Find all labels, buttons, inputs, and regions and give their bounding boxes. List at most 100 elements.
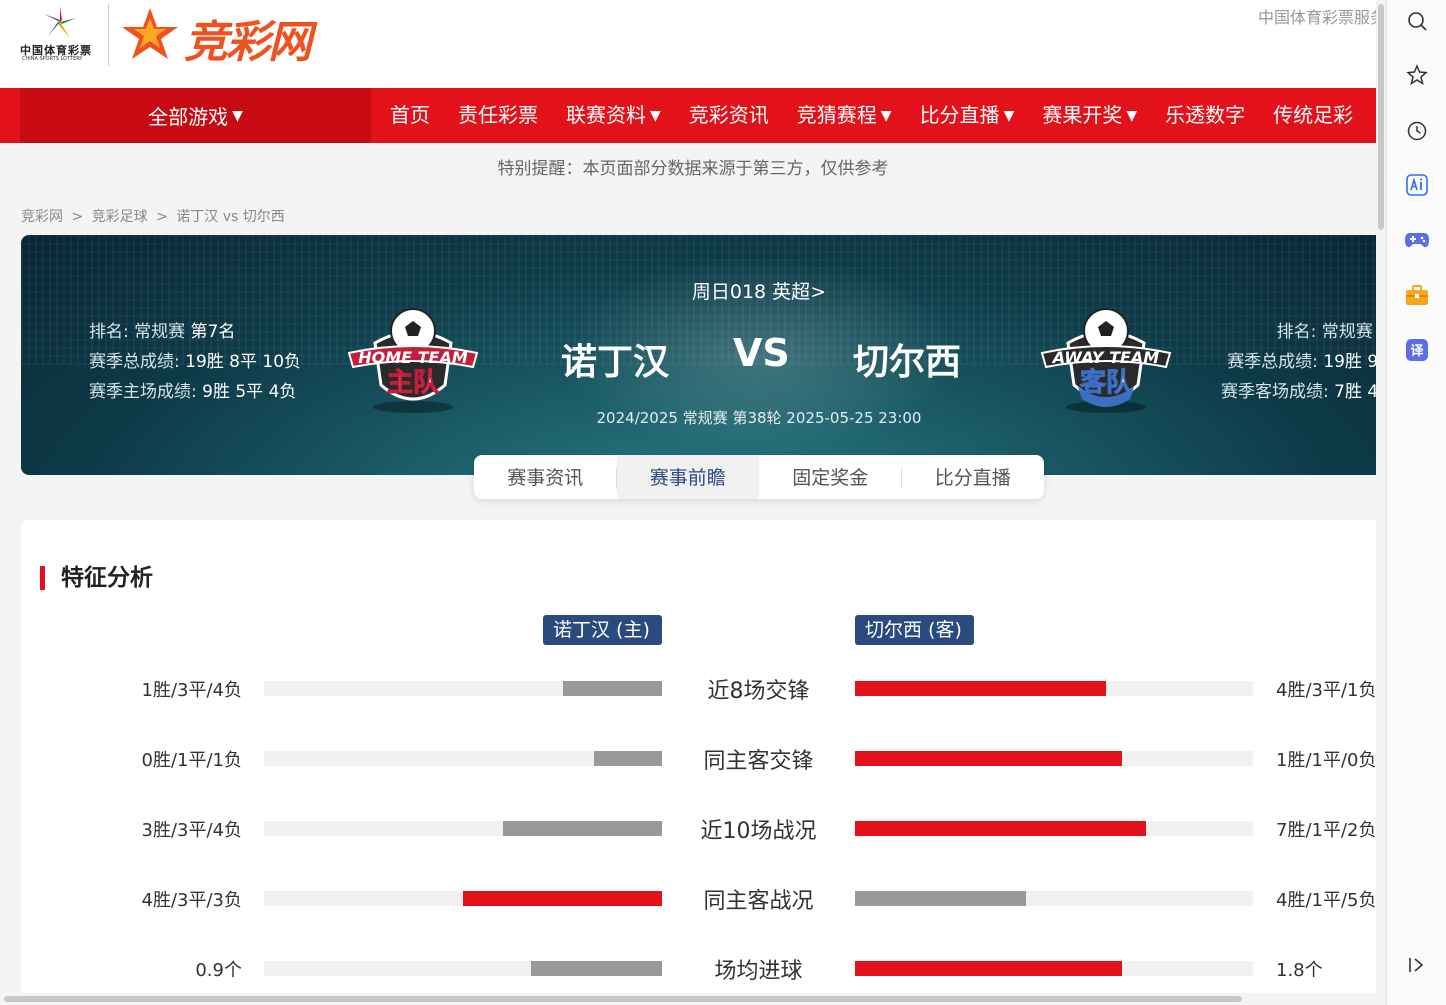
horizontal-scrollbar[interactable]: [0, 993, 1376, 1005]
logo-divider: [108, 4, 109, 66]
stat-value: 第7名: [190, 322, 236, 342]
away-stat-bar: [855, 961, 1122, 976]
stat-value: 19胜 8平 10负: [185, 352, 302, 372]
nav-label: 首页: [390, 103, 430, 127]
home-team-name[interactable]: 诺丁汉: [561, 333, 669, 385]
away-stat-value: 1.8个: [1276, 960, 1323, 981]
all-games-label: 全部游戏: [148, 105, 229, 129]
away-stat-bar: [855, 681, 1106, 696]
home-team-badge: HOME TEAM 主队: [347, 308, 479, 413]
nav-label: 比分直播: [919, 103, 1000, 127]
nav-item-home[interactable]: 首页: [376, 88, 444, 143]
translate-icon[interactable]: 译: [1404, 337, 1430, 363]
home-stat-value: 0.9个: [195, 960, 242, 981]
vertical-scrollbar[interactable]: [1376, 0, 1386, 1005]
away-team-tag: 切尔西 (客): [855, 615, 974, 645]
away-stat-track: [855, 751, 1253, 766]
all-games-menu[interactable]: 全部游戏 ▼: [20, 88, 371, 143]
section-title: 特征分析: [40, 566, 153, 590]
page-viewport: 中国体育彩票 CHINA SPORTS LOTTERY 竞彩网 中国体育彩票服务…: [0, 0, 1386, 1005]
match-tabs: 赛事资讯 赛事前瞻 固定奖金 比分直播: [474, 455, 1044, 499]
away-stat-value: 7胜/1平/2负: [1276, 820, 1377, 841]
home-stat-track: [264, 751, 662, 766]
stat-label: 赛季主场成绩:: [89, 382, 197, 402]
jingcai-star-icon: [122, 8, 178, 59]
china-sports-lottery-logo[interactable]: 中国体育彩票 CHINA SPORTS LOTTERY: [14, 4, 106, 66]
away-team-name[interactable]: 切尔西: [853, 333, 961, 385]
nav-item-schedule[interactable]: 竞猜赛程 ▼: [783, 88, 906, 143]
tab-match-preview[interactable]: 赛事前瞻: [616, 455, 759, 499]
nav-label: 责任彩票: [458, 103, 538, 127]
service-link[interactable]: 中国体育彩票服务: [1258, 4, 1386, 28]
nav-item-live-score[interactable]: 比分直播 ▼: [906, 88, 1029, 143]
home-venue: 赛季主场成绩: 9胜 5平 4负: [89, 377, 301, 407]
nav-item-league-data[interactable]: 联赛资料 ▼: [552, 88, 675, 143]
away-stat-bar: [855, 821, 1146, 836]
nav-item-news[interactable]: 竞彩资讯: [675, 88, 783, 143]
breadcrumb-current: 诺丁汉 vs 切尔西: [176, 209, 285, 225]
nav-label: 竞彩资讯: [688, 103, 769, 127]
home-stat-track: [264, 891, 662, 906]
stat-label: 赛季客场成绩:: [1221, 382, 1329, 402]
caret-down-icon: ▼: [1126, 108, 1138, 124]
home-stat-bar: [463, 891, 662, 906]
nav-item-lotto[interactable]: 乐透数字: [1151, 88, 1259, 143]
away-venue: 赛季客场成绩: 7胜 4平: [1221, 377, 1386, 407]
lottery-star-icon: [44, 6, 76, 38]
star-icon[interactable]: [1404, 62, 1430, 88]
away-team-badge: AWAY TEAM 客队: [1040, 308, 1172, 413]
search-icon[interactable]: [1404, 8, 1430, 34]
stat-label: 赛季总成绩:: [1227, 352, 1318, 372]
away-stat-value: 4胜/3平/1负: [1276, 680, 1377, 701]
away-stat-track: [855, 821, 1253, 836]
stat-label: 排名: 常规赛: [1276, 322, 1373, 342]
nav-label: 传统足彩: [1273, 103, 1354, 127]
nav-item-traditional[interactable]: 传统足彩: [1259, 88, 1367, 143]
nav-label: 联赛资料: [566, 103, 646, 127]
stat-label: 同主客战况: [703, 889, 814, 914]
stat-row: 4胜/3平/3负 同主客战况 4胜/1平/5负: [0, 878, 1386, 918]
scrollbar-thumb[interactable]: [1378, 4, 1384, 230]
stat-row: 0.9个 场均进球 1.8个: [0, 948, 1386, 988]
home-stat-bar: [530, 961, 662, 976]
svg-text:译: 译: [1410, 344, 1424, 359]
stat-label: 赛季总成绩:: [89, 352, 180, 372]
game-icon[interactable]: [1404, 227, 1430, 253]
home-stat-value: 1胜/3平/4负: [141, 680, 243, 701]
nav-item-responsible[interactable]: 责任彩票: [444, 88, 552, 143]
breadcrumb-link-football[interactable]: 竞彩足球: [92, 209, 148, 225]
round-link[interactable]: 周日018 英超>: [21, 277, 1386, 304]
nav-list: 首页 责任彩票 联赛资料 ▼ 竞彩资讯 竞猜赛程 ▼ 比分直播 ▼ 赛果开奖 ▼ 乐透数…: [376, 88, 1367, 143]
scrollbar-thumb[interactable]: [4, 996, 1242, 1002]
stat-label: 近10场战况: [700, 819, 817, 844]
history-icon[interactable]: [1404, 118, 1430, 144]
away-rank: 排名: 常规赛 第: [1221, 317, 1386, 347]
main-nav: 全部游戏 ▼ 首页 责任彩票 联赛资料 ▼ 竞彩资讯 竞猜赛程 ▼ 比分直播 ▼ 赛果开…: [0, 88, 1386, 143]
site-header: 中国体育彩票 CHINA SPORTS LOTTERY 竞彩网 中国体育彩票服务: [0, 0, 1386, 88]
nav-label: 竞猜赛程: [796, 103, 877, 127]
home-stat-track: [264, 821, 662, 836]
vs-label: VS: [733, 331, 790, 375]
match-info: 2024/2025 常规赛 第38轮 2025-05-25 23:00: [596, 409, 922, 427]
jingcai-logo[interactable]: 竞彩网: [118, 4, 358, 68]
collapse-icon[interactable]: [1404, 952, 1430, 978]
ai-icon[interactable]: [1404, 172, 1430, 198]
stat-value: 9胜 5平 4负: [202, 382, 297, 402]
away-stat-value: 4胜/1平/5负: [1276, 890, 1377, 911]
away-stat-value: 1胜/1平/0负: [1276, 750, 1377, 771]
home-stat-bar: [562, 681, 662, 696]
home-team-stats: 排名: 常规赛 第7名 赛季总成绩: 19胜 8平 10负 赛季主场成绩: 9胜…: [89, 317, 301, 407]
breadcrumb-link-home[interactable]: 竞彩网: [21, 209, 63, 225]
nav-item-results[interactable]: 赛果开奖 ▼: [1028, 88, 1151, 143]
site-logo-text: 竞彩网: [184, 17, 312, 68]
tab-fixed-odds[interactable]: 固定奖金: [759, 455, 902, 499]
toolbox-icon[interactable]: [1404, 282, 1430, 308]
caret-down-icon: ▼: [232, 107, 243, 124]
home-stat-bar: [502, 821, 662, 836]
away-stat-track: [855, 891, 1253, 906]
lottery-logo-en: CHINA SPORTS LOTTERY: [22, 56, 83, 62]
notice-text: 特别提醒：本页面部分数据来源于第三方，仅供参考: [497, 159, 889, 179]
away-badge-top-text: AWAY TEAM: [1051, 348, 1160, 367]
tab-match-news[interactable]: 赛事资讯: [474, 455, 617, 499]
tab-live-score[interactable]: 比分直播: [902, 455, 1045, 499]
